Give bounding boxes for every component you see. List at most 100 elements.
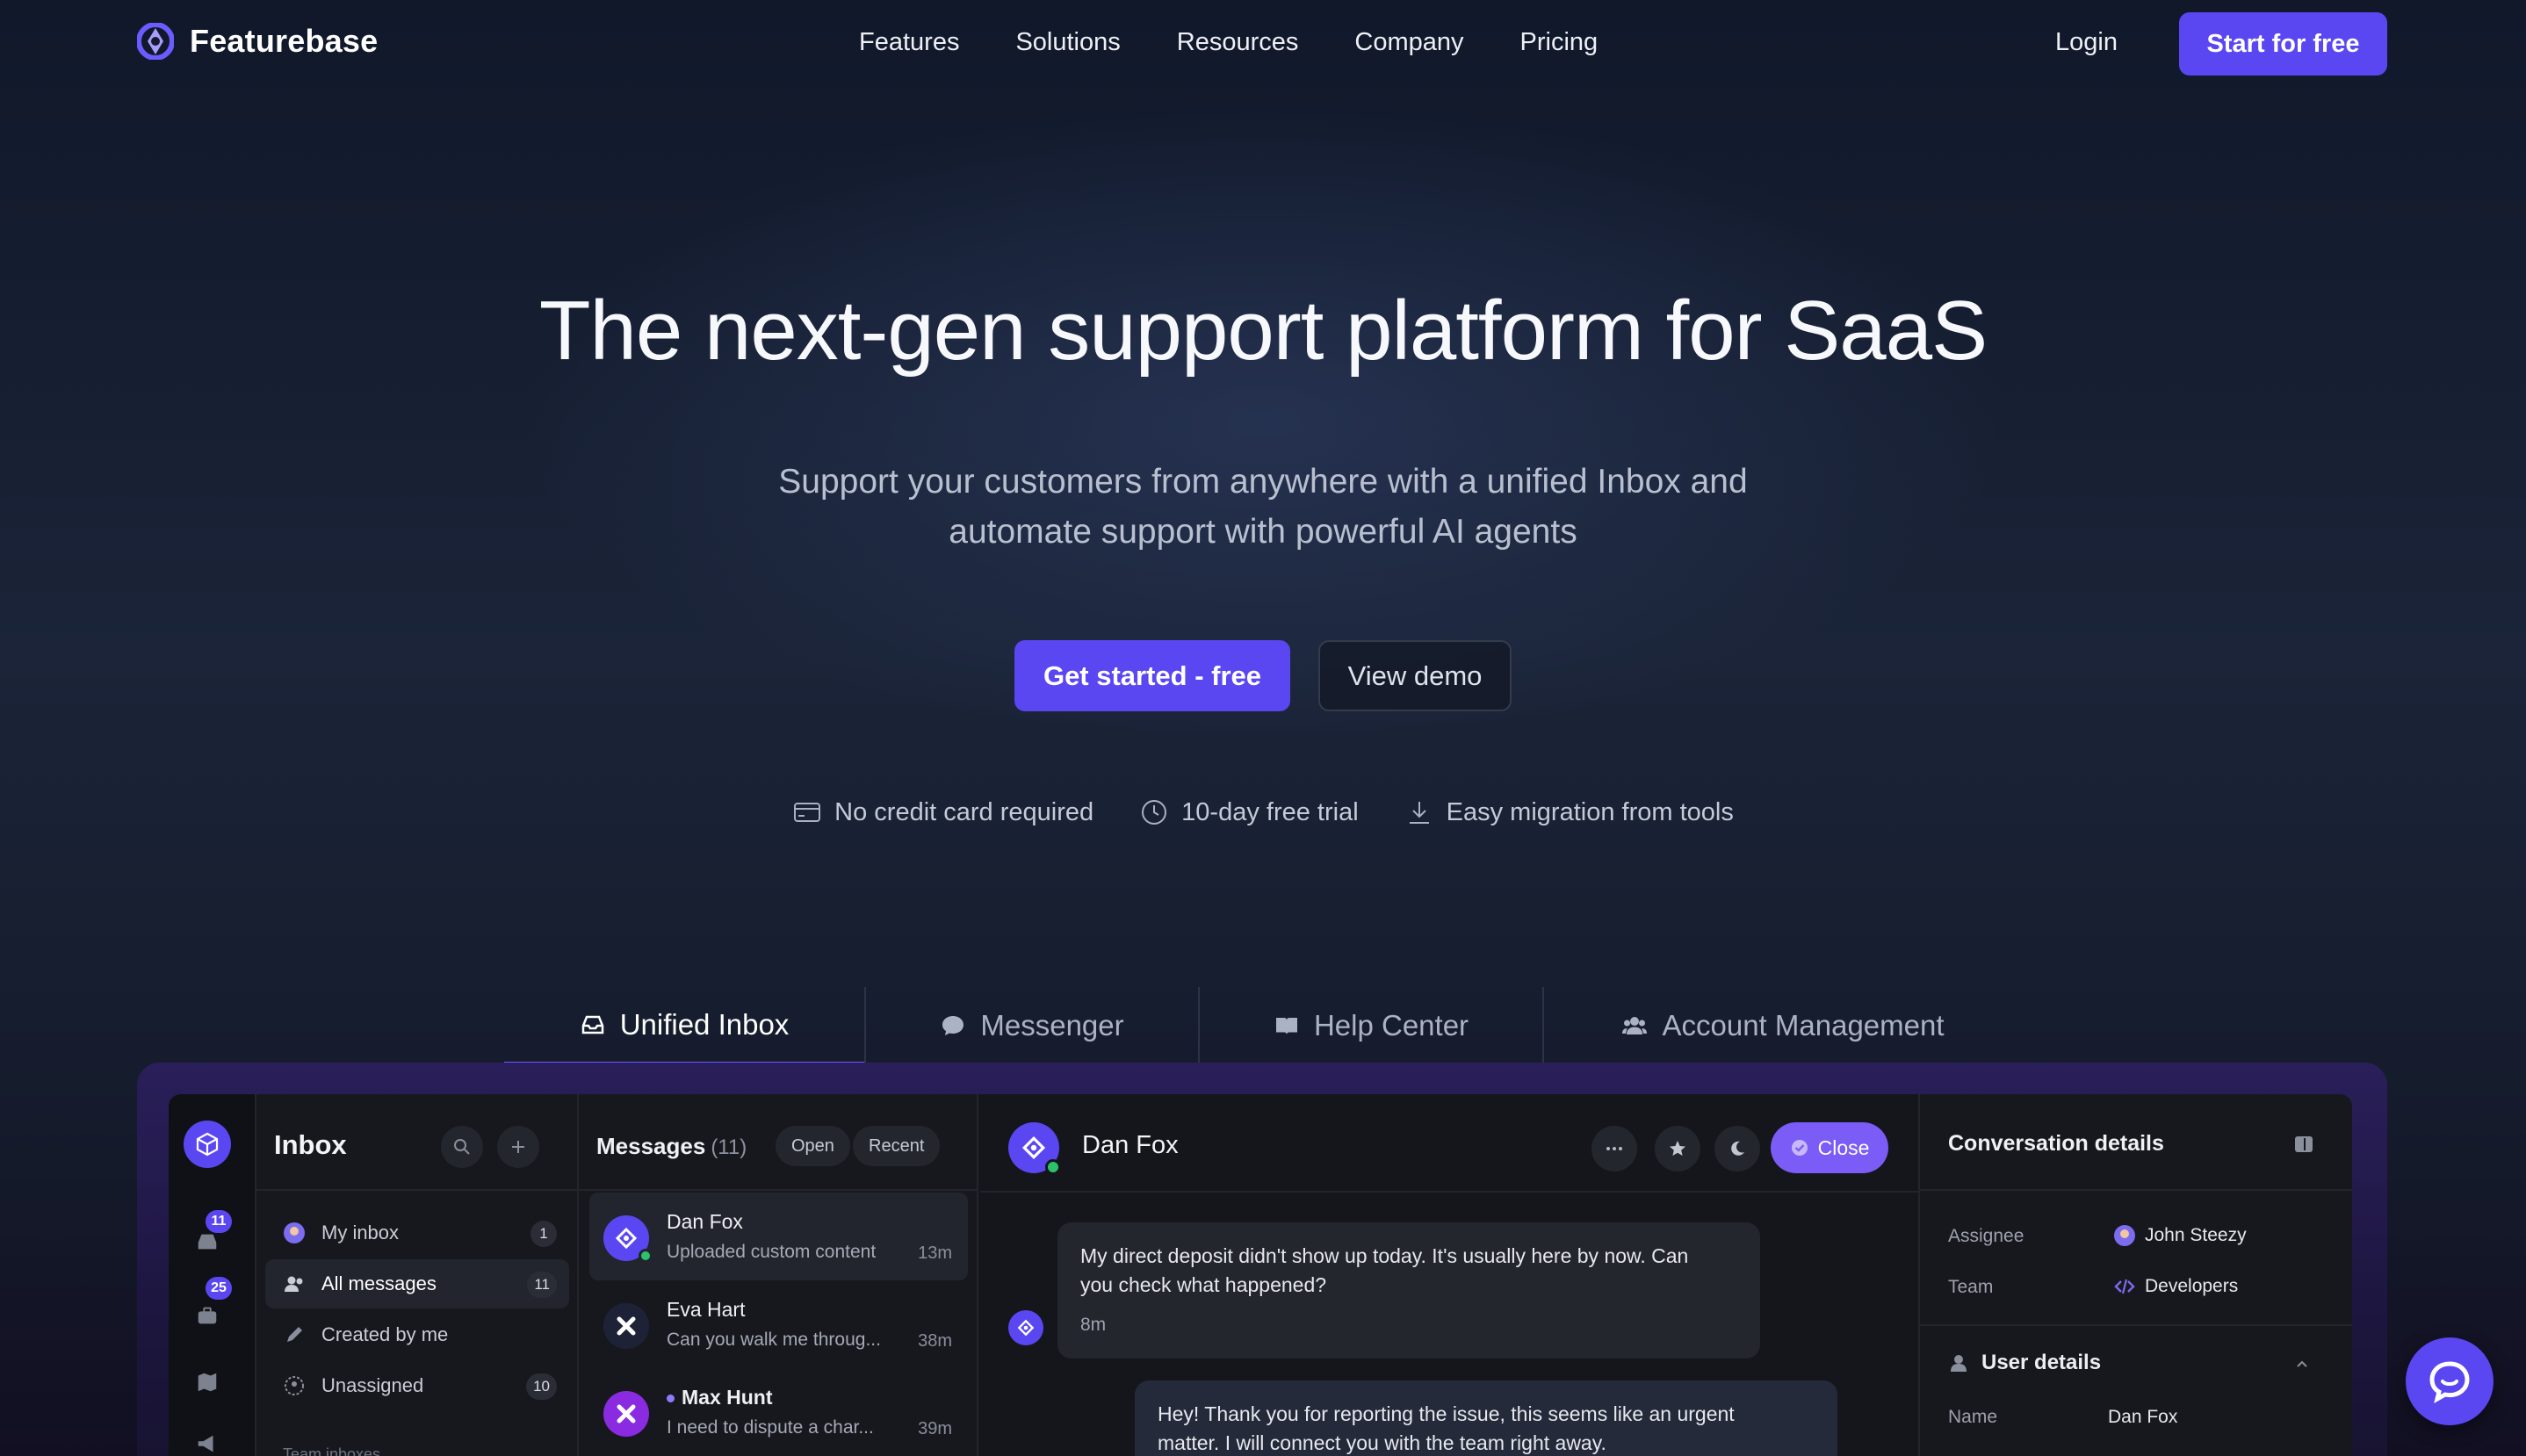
start-for-free-button[interactable]: Start for free — [2179, 12, 2387, 76]
inbox-item-count: 10 — [526, 1373, 557, 1400]
nav-links: Features Solutions Resources Company Pri… — [859, 28, 1598, 57]
diamond-logo-icon — [615, 1227, 638, 1250]
details-title: Conversation details — [1948, 1131, 2164, 1156]
nav-link-solutions[interactable]: Solutions — [1015, 28, 1120, 57]
hero-subtitle: Support your customers from anywhere wit… — [0, 457, 2526, 557]
agent-message-line-1: Hey! Thank you for reporting the issue, … — [1158, 1402, 1735, 1425]
agent-message: Hey! Thank you for reporting the issue, … — [1135, 1380, 1837, 1456]
tab-label: Unified Inbox — [619, 1007, 790, 1041]
tab-account-management[interactable]: Account Management — [1544, 987, 2022, 1064]
ellipsis-icon — [1606, 1147, 1622, 1150]
rail-badge: 11 — [206, 1210, 232, 1233]
check-circle-icon — [1791, 1140, 1808, 1156]
perk-easy-migration: Easy migration from tools — [1404, 797, 1734, 827]
nav-link-company[interactable]: Company — [1354, 28, 1463, 57]
moon-icon — [1731, 1141, 1744, 1156]
view-demo-button[interactable]: View demo — [1318, 640, 1512, 711]
team-value[interactable]: Developers — [2113, 1275, 2238, 1298]
team-inboxes-heading: Team inboxes — [283, 1445, 381, 1456]
star-button[interactable] — [1655, 1126, 1700, 1171]
message-preview: I need to dispute a char... — [667, 1417, 874, 1438]
close-label: Close — [1817, 1135, 1870, 1159]
inbox-item-label: All messages — [321, 1272, 437, 1294]
filter-open-button[interactable]: Open — [776, 1126, 850, 1166]
clock-icon — [1142, 800, 1167, 825]
chevron-up-icon[interactable] — [2292, 1354, 2312, 1373]
assignee-label: Assignee — [1948, 1226, 2024, 1246]
inbox-item-label: Created by me — [321, 1323, 449, 1345]
app-preview: 11 25 Inbox My inbox 1 All messages 11 C… — [169, 1094, 2352, 1456]
inbox-add-button[interactable] — [497, 1126, 539, 1168]
details-header: Conversation details — [1920, 1094, 2352, 1191]
nav-link-resources[interactable]: Resources — [1177, 28, 1299, 57]
messages-panel: Messages (11) Open Recent Dan Fox Uploade… — [579, 1094, 978, 1456]
perk-no-credit-card: No credit card required — [792, 797, 1093, 827]
inbox-item-all-messages[interactable]: All messages 11 — [265, 1259, 569, 1308]
message-row-eva-hart[interactable]: Eva Hart Can you walk me throug... 38m — [589, 1280, 968, 1368]
x-logo-icon — [617, 1404, 636, 1424]
tab-help-center[interactable]: Help Center — [1200, 987, 1544, 1064]
brand-logo[interactable]: Featurebase — [137, 23, 378, 60]
inbox-search-button[interactable] — [441, 1126, 483, 1168]
download-icon — [1409, 802, 1429, 824]
diamond-logo-icon — [1021, 1135, 1046, 1160]
inbox-item-unassigned[interactable]: Unassigned 10 — [265, 1361, 569, 1410]
divider — [1920, 1324, 2352, 1326]
message-sender: Max Hunt — [667, 1386, 773, 1409]
filter-recent-button[interactable]: Recent — [853, 1126, 941, 1166]
nav-link-pricing[interactable]: Pricing — [1520, 28, 1599, 57]
avatar — [1008, 1310, 1043, 1345]
workspace-logo[interactable] — [184, 1121, 231, 1168]
search-icon — [454, 1139, 470, 1155]
conversation-details-panel: Conversation details Assignee John Steez… — [1920, 1094, 2352, 1456]
customer-message-line-1: My direct deposit didn't show up today. … — [1080, 1244, 1689, 1267]
rail-help-center-button[interactable] — [191, 1366, 223, 1398]
sidebar-toggle-icon[interactable] — [2292, 1133, 2315, 1156]
messages-count: (11) — [711, 1135, 747, 1159]
message-row-max-hunt[interactable]: Max Hunt I need to dispute a char... 39m — [589, 1368, 968, 1456]
unread-dot — [667, 1395, 675, 1403]
perk-label: No credit card required — [834, 797, 1094, 826]
briefcase-icon — [198, 1307, 217, 1324]
plus-icon — [512, 1141, 524, 1153]
snooze-button[interactable] — [1714, 1126, 1760, 1171]
inbox-item-created-by-me[interactable]: Created by me — [265, 1310, 569, 1359]
inbox-item-my-inbox[interactable]: My inbox 1 — [265, 1208, 569, 1258]
brand-name: Featurebase — [190, 23, 379, 59]
get-started-button[interactable]: Get started - free — [1014, 640, 1290, 711]
chat-launcher-button[interactable] — [2406, 1337, 2494, 1425]
more-options-button[interactable] — [1591, 1126, 1637, 1171]
inbox-icon — [581, 1015, 603, 1034]
user-details-section[interactable]: User details — [1948, 1351, 2101, 1375]
tab-label: Help Center — [1313, 1009, 1469, 1042]
tab-unified-inbox[interactable]: Unified Inbox — [504, 987, 866, 1064]
rail-tickets-button[interactable] — [191, 1300, 223, 1331]
agent-message-line-2: matter. I will connect you with the team… — [1158, 1431, 1606, 1454]
rail-announcements-button[interactable] — [191, 1428, 223, 1456]
app-sidebar-rail: 11 25 — [169, 1094, 256, 1456]
megaphone-icon — [198, 1435, 213, 1452]
tab-messenger[interactable]: Messenger — [866, 987, 1200, 1064]
message-time: 39m — [918, 1419, 952, 1438]
assignee-value[interactable]: John Steezy — [2113, 1224, 2247, 1247]
unassigned-icon — [285, 1376, 304, 1395]
conversation-contact-name: Dan Fox — [1082, 1131, 1179, 1159]
message-sender-name: Max Hunt — [682, 1386, 773, 1409]
perk-free-trial: 10-day free trial — [1139, 797, 1359, 827]
perks-list: No credit card required 10-day free tria… — [0, 797, 2526, 827]
inbox-title: Inbox — [274, 1129, 347, 1160]
nav-link-features[interactable]: Features — [859, 28, 959, 57]
login-link[interactable]: Login — [2055, 28, 2118, 57]
user-details-title: User details — [1981, 1351, 2102, 1374]
messages-title-label: Messages — [596, 1133, 706, 1159]
cube-icon — [196, 1132, 219, 1157]
message-preview: Can you walk me throug... — [667, 1330, 881, 1350]
user-icon — [1951, 1355, 1967, 1372]
message-row-dan-fox[interactable]: Dan Fox Uploaded custom content 13m — [589, 1193, 968, 1280]
team-label: Team — [1948, 1277, 1994, 1297]
code-icon — [2114, 1279, 2135, 1294]
close-conversation-button[interactable]: Close — [1771, 1122, 1888, 1173]
conversation-header: Dan Fox Close — [980, 1094, 1918, 1193]
message-sender: Dan Fox — [667, 1210, 743, 1233]
message-preview: Uploaded custom content — [667, 1242, 877, 1262]
